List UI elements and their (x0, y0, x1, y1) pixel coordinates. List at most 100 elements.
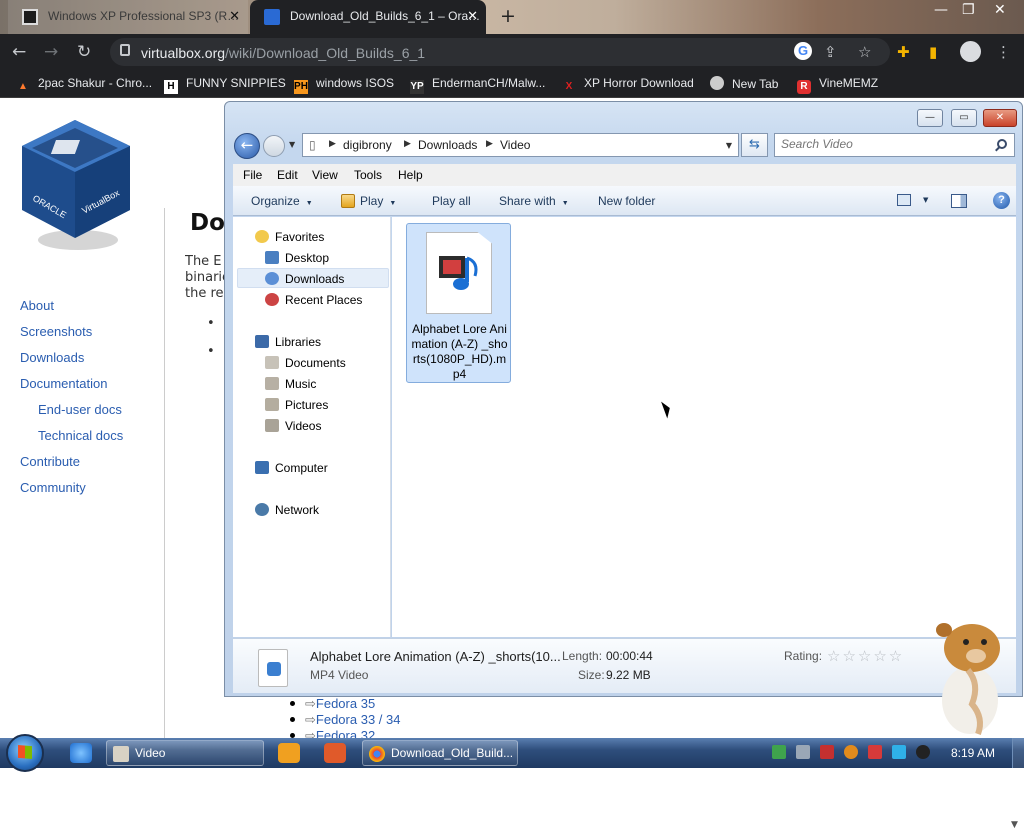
forward-arrow-icon[interactable]: → (44, 42, 58, 62)
link-fedora-32[interactable]: ⇨Fedora 32 (290, 728, 400, 738)
restore-icon[interactable]: ▭ (951, 109, 977, 127)
side-panel-icon[interactable]: ▮ (929, 43, 937, 61)
play-all-button[interactable]: Play all (432, 194, 471, 208)
nav-community[interactable]: Community (20, 480, 123, 506)
nav-about[interactable]: About (20, 298, 123, 324)
nav-recent-places[interactable]: Recent Places (265, 293, 362, 307)
share-with-button[interactable]: Share with ▼ (499, 194, 569, 208)
chevron-right-icon[interactable]: ▶ (486, 139, 493, 149)
chevron-right-icon[interactable]: ▶ (329, 139, 336, 149)
profile-avatar-icon[interactable] (960, 41, 981, 62)
tray-icon[interactable] (796, 745, 810, 759)
back-arrow-icon[interactable]: ← (234, 133, 260, 159)
network-tray-icon[interactable] (892, 745, 906, 759)
tray-icon[interactable] (820, 745, 834, 759)
menu-help[interactable]: Help (398, 168, 423, 182)
google-lens-icon[interactable]: G (794, 42, 812, 60)
bookmark-new-tab[interactable]: New Tab (710, 76, 778, 91)
link-fedora-33-34[interactable]: ⇨Fedora 33 / 34 (290, 712, 400, 728)
bookmark-xp-horror[interactable]: X XP Horror Download (562, 76, 694, 94)
nav-desktop[interactable]: Desktop (265, 251, 329, 265)
bookmark-vinememz[interactable]: R VineMEMZ (797, 76, 878, 94)
help-icon[interactable]: ? (993, 192, 1010, 209)
back-arrow-icon[interactable]: ← (12, 42, 26, 62)
rating-stars[interactable]: ☆☆☆☆☆ (827, 647, 904, 665)
chrome-icon (369, 746, 385, 762)
restore-icon[interactable]: ❐ (962, 2, 975, 18)
reload-icon[interactable]: ↻ (77, 42, 91, 62)
file-item[interactable]: Alphabet Lore Animation (A-Z) _shorts(10… (406, 223, 511, 383)
browser-tab-download-old-builds[interactable]: Download_Old_Builds_6_1 – Ora… ✕ (250, 0, 486, 34)
play-button[interactable]: Play ▼ (341, 194, 396, 208)
tab-close-icon[interactable]: ✕ (229, 8, 240, 24)
change-view-icon[interactable] (897, 194, 911, 206)
flag-icon[interactable] (868, 745, 882, 759)
chrome-menu-icon[interactable]: ⋮ (996, 43, 1011, 61)
menu-edit[interactable]: Edit (277, 168, 298, 182)
address-bar[interactable]: ▯ ▶ digibrony ▶ Downloads ▶ Video ▼ (302, 133, 739, 157)
show-desktop-button[interactable] (1012, 738, 1024, 768)
search-input[interactable] (781, 137, 981, 151)
navigation-pane: Favorites Desktop Downloads Recent Place… (233, 217, 391, 637)
scroll-down-icon[interactable]: ▼ (1011, 820, 1018, 830)
close-window-icon[interactable]: ✕ (994, 2, 1006, 18)
close-icon[interactable]: ✕ (983, 109, 1017, 127)
nav-libraries[interactable]: Libraries (255, 335, 321, 349)
tab-close-icon[interactable]: ✕ (467, 8, 478, 24)
tray-icon[interactable] (772, 745, 786, 759)
bookmark-windows-isos[interactable]: PH windows ISOS (294, 76, 394, 94)
tray-icon[interactable] (844, 745, 858, 759)
breadcrumb-downloads[interactable]: Downloads (418, 138, 477, 152)
nav-documents[interactable]: Documents (265, 356, 346, 370)
nav-computer[interactable]: Computer (255, 461, 328, 475)
bookmark-2pac[interactable]: ▲ 2pac Shakur - Chro... (16, 76, 152, 94)
share-icon[interactable]: ⇪ (824, 43, 837, 61)
taskbar-chrome[interactable]: Download_Old_Build... (362, 740, 518, 766)
app-icon[interactable] (324, 743, 346, 763)
media-player-icon[interactable] (278, 743, 300, 763)
taskbar-video[interactable]: Video (106, 740, 264, 766)
recent-pages-icon[interactable]: ▼ (289, 140, 295, 149)
nav-end-user-docs[interactable]: End-user docs (20, 402, 123, 428)
menu-tools[interactable]: Tools (354, 168, 382, 182)
chevron-right-icon[interactable]: ▶ (404, 139, 411, 149)
nav-contribute[interactable]: Contribute (20, 454, 123, 480)
bookmark-endermanch[interactable]: YP EndermanCH/Malw... (410, 76, 545, 94)
breadcrumb-video[interactable]: Video (500, 138, 530, 152)
minimize-icon[interactable]: — (934, 2, 948, 18)
internet-explorer-icon[interactable] (70, 743, 92, 763)
nav-music[interactable]: Music (265, 377, 316, 391)
organize-button[interactable]: Organize ▼ (251, 194, 313, 208)
search-icon[interactable] (997, 139, 1007, 149)
chevron-down-icon[interactable]: ▼ (726, 141, 732, 150)
clock[interactable]: 8:19 AM (951, 746, 995, 760)
breadcrumb-digibrony[interactable]: digibrony (343, 138, 392, 152)
link-fedora-35[interactable]: ⇨Fedora 35 (290, 696, 400, 712)
volume-icon[interactable] (916, 745, 930, 759)
nav-network[interactable]: Network (255, 503, 319, 517)
menu-file[interactable]: File (243, 168, 262, 182)
nav-documentation[interactable]: Documentation (20, 376, 123, 402)
menu-view[interactable]: View (312, 168, 338, 182)
nav-screenshots[interactable]: Screenshots (20, 324, 123, 350)
start-button[interactable] (6, 734, 44, 772)
bookmark-funny-snippies[interactable]: H FUNNY SNIPPIES (164, 76, 286, 94)
forward-arrow-icon[interactable] (263, 135, 285, 157)
address-bar[interactable]: virtualbox.org/wiki/Download_Old_Builds_… (110, 38, 890, 66)
nav-technical-docs[interactable]: Technical docs (20, 428, 123, 454)
bookmark-star-icon[interactable]: ☆ (858, 43, 871, 61)
nav-downloads[interactable]: Downloads (265, 272, 344, 286)
chevron-down-icon[interactable]: ▼ (923, 196, 928, 204)
refresh-icon[interactable]: ⇆ (741, 133, 768, 157)
browser-tab-windows-xp[interactable]: Windows XP Professional SP3 (R… ✕ (8, 0, 248, 34)
nav-pictures[interactable]: Pictures (265, 398, 328, 412)
new-folder-button[interactable]: New folder (598, 194, 655, 208)
minimize-icon[interactable]: — (917, 109, 943, 127)
preview-pane-icon[interactable] (951, 194, 967, 208)
new-tab-icon[interactable]: + (500, 5, 516, 27)
nav-favorites[interactable]: Favorites (255, 230, 324, 244)
nav-videos[interactable]: Videos (265, 419, 321, 433)
extensions-puzzle-icon[interactable]: ✚ (897, 43, 910, 61)
nav-downloads[interactable]: Downloads (20, 350, 123, 376)
videos-icon (265, 419, 279, 432)
